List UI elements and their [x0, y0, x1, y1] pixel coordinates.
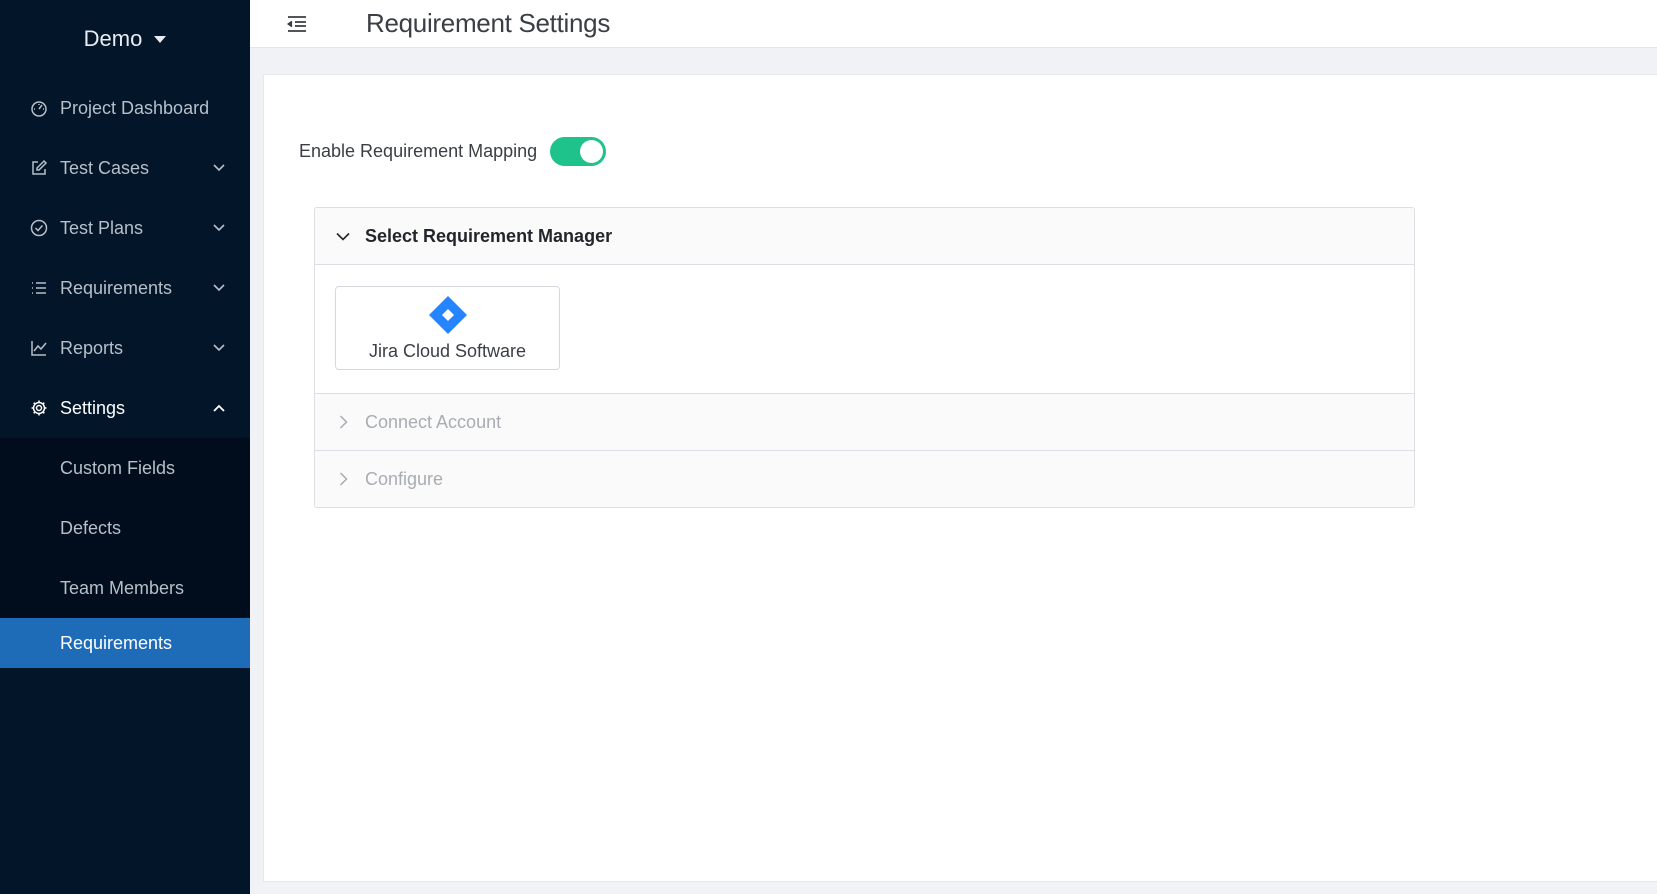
sidebar-subitem-defects[interactable]: Defects — [0, 498, 250, 558]
collapse-menu-icon[interactable] — [282, 9, 312, 39]
chevron-right-icon — [335, 471, 351, 487]
chevron-up-icon — [212, 401, 226, 415]
chevron-down-icon — [335, 228, 351, 244]
accordion-title: Select Requirement Manager — [365, 225, 613, 246]
sidebar-item-label: Reports — [60, 337, 124, 358]
accordion-header-select-requirement-manager[interactable]: Select Requirement Manager — [315, 208, 1414, 265]
accordion-title: Configure — [365, 468, 444, 489]
top-header: Requirement Settings — [250, 0, 1657, 48]
sidebar-subitem-custom-fields[interactable]: Custom Fields — [0, 438, 250, 498]
sidebar-item-project-dashboard[interactable]: Project Dashboard — [0, 78, 250, 138]
project-name: Demo — [83, 26, 143, 51]
requirement-accordion: Select Requirement Manager Jira Cloud So… — [314, 207, 1415, 508]
settings-submenu: Custom Fields Defects Team Members — [0, 438, 250, 618]
sidebar-item-label: Project Dashboard — [60, 97, 210, 118]
gear-icon — [29, 398, 49, 418]
sidebar-item-label: Test Cases — [60, 157, 150, 178]
sidebar-item-test-cases[interactable]: Test Cases — [0, 138, 250, 198]
caret-down-icon — [154, 35, 167, 43]
edit-icon — [29, 158, 49, 178]
toggle-label: Enable Requirement Mapping — [299, 141, 538, 161]
accordion-header-connect-account[interactable]: Connect Account — [315, 393, 1414, 450]
page-title: Requirement Settings — [366, 8, 611, 38]
sidebar-item-label: Test Plans — [60, 217, 144, 238]
list-icon — [29, 278, 49, 298]
switch-knob — [580, 140, 604, 163]
sidebar-item-settings[interactable]: Settings — [0, 378, 250, 438]
jira-cloud-software-card[interactable]: Jira Cloud Software — [335, 286, 560, 370]
chevron-right-icon — [335, 414, 351, 430]
sidebar-item-test-plans[interactable]: Test Plans — [0, 198, 250, 258]
sidebar-subitem-requirements[interactable]: Requirements — [0, 618, 250, 668]
sidebar-item-label: Settings — [60, 397, 126, 418]
chevron-down-icon — [212, 341, 226, 355]
accordion-body-select-requirement-manager: Jira Cloud Software — [315, 265, 1414, 393]
chevron-down-icon — [212, 281, 226, 295]
project-switcher[interactable]: Demo — [0, 0, 250, 78]
jira-logo-icon — [428, 295, 467, 334]
sidebar-item-requirements[interactable]: Requirements — [0, 258, 250, 318]
chevron-down-icon — [212, 161, 226, 175]
sidebar-subitem-team-members[interactable]: Team Members — [0, 558, 250, 618]
accordion-title: Connect Account — [365, 411, 502, 432]
accordion-header-configure[interactable]: Configure — [315, 450, 1414, 507]
check-circle-icon — [29, 218, 49, 238]
main-content: Enable Requirement Mapping Select Requir… — [263, 74, 1657, 882]
tool-name: Jira Cloud Software — [368, 340, 527, 361]
sidebar: Demo Project Dashboard Test Cases Test P… — [0, 0, 250, 894]
requirement-mapping-toggle-row: Enable Requirement Mapping — [299, 137, 607, 166]
chevron-down-icon — [212, 221, 226, 235]
requirement-mapping-switch[interactable] — [550, 137, 607, 166]
sidebar-item-reports[interactable]: Reports — [0, 318, 250, 378]
line-chart-icon — [29, 338, 49, 358]
sidebar-item-label: Requirements — [60, 277, 173, 298]
dashboard-icon — [29, 98, 49, 118]
